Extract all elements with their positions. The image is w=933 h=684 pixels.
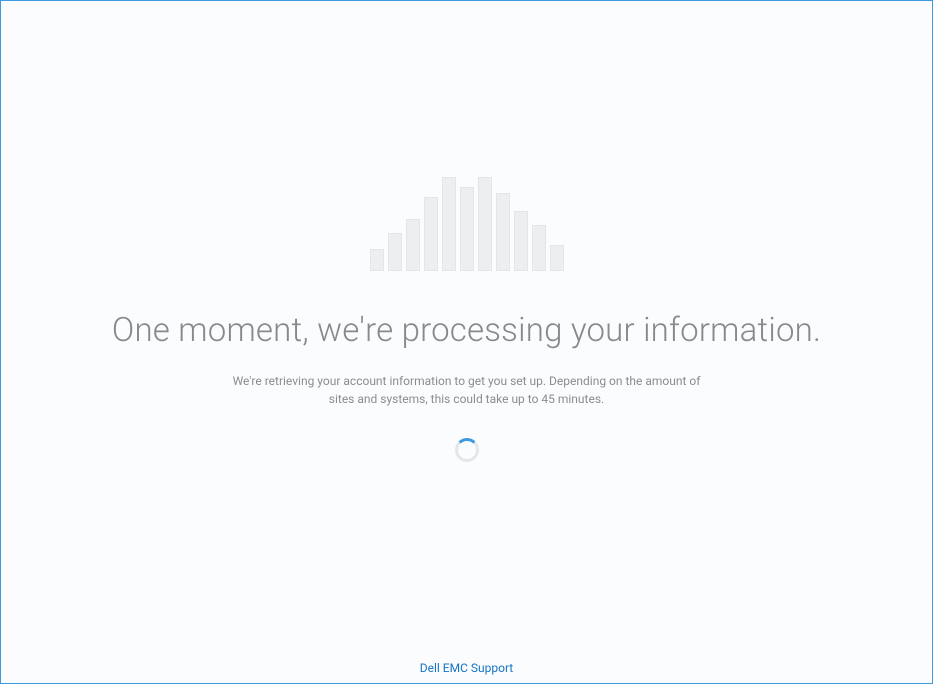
loading-subtext: We're retrieving your account informatio…: [227, 372, 707, 408]
loading-heading: One moment, we're processing your inform…: [112, 311, 821, 350]
loading-content: One moment, we're processing your inform…: [1, 171, 932, 464]
cloud-graphic-icon: [370, 171, 564, 271]
support-link[interactable]: Dell EMC Support: [1, 661, 932, 675]
loading-dialog: One moment, we're processing your inform…: [0, 0, 933, 684]
loading-spinner-icon: [453, 436, 481, 464]
